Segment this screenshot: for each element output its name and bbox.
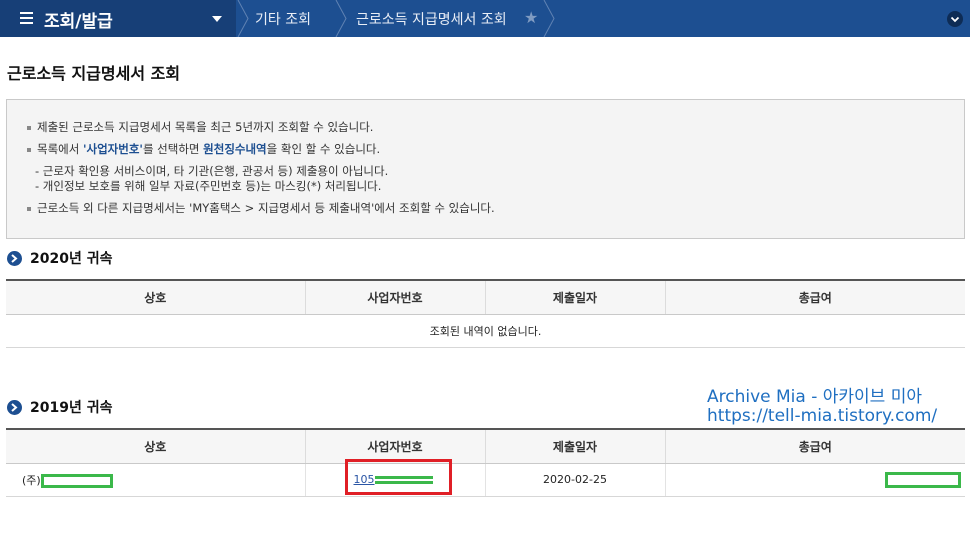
column-header-total-pay: 총급여 <box>664 428 965 464</box>
column-header-date: 제출일자 <box>484 428 665 464</box>
column-header-date: 제출일자 <box>484 279 665 315</box>
breadcrumb-separator-icon <box>542 0 556 37</box>
menu-title[interactable]: 조회/발급 <box>44 7 113 32</box>
column-header-bizno: 사업자번호 <box>304 428 485 464</box>
table-row: 조회된 내역이 없습니다. <box>6 314 965 348</box>
watermark-url: https://tell-mia.tistory.com/ <box>707 406 938 426</box>
column-header-bizno: 사업자번호 <box>304 279 485 315</box>
table-header-row: 상호 사업자번호 제출일자 총급여 <box>6 279 965 315</box>
table-row: (주) 105 2020-02-25 <box>6 463 965 497</box>
section-heading-2020: 2020년 귀속 <box>7 248 112 268</box>
notice-subline: - 개인정보 보호를 위해 일부 자료(주민번호 등)는 마스킹(*) 처리됩니… <box>35 179 382 193</box>
bullet-icon <box>27 147 31 152</box>
table-2019: 상호 사업자번호 제출일자 총급여 (주) 105 2020-02-25 <box>6 428 965 497</box>
breadcrumb-separator-icon <box>334 0 348 37</box>
page-title: 근로소득 지급명세서 조회 <box>7 64 181 83</box>
star-icon[interactable]: ★ <box>524 8 538 27</box>
breadcrumb-item-other[interactable]: 기타 조회 <box>255 9 311 29</box>
section-heading-2019: 2019년 귀속 <box>7 397 112 417</box>
column-header-company: 상호 <box>6 428 305 464</box>
redaction-mask <box>40 473 113 488</box>
breadcrumb-separator-icon <box>236 0 250 37</box>
bullet-icon <box>27 125 31 130</box>
arrow-circle-icon <box>7 250 22 266</box>
cell-total-pay <box>664 463 965 497</box>
notice-box: 제출된 근로소득 지급명세서 목록을 최근 5년까지 조회할 수 있습니다. 목… <box>6 99 965 239</box>
cell-company: (주) <box>6 463 305 497</box>
column-header-total-pay: 총급여 <box>664 279 965 315</box>
bullet-icon <box>27 206 31 211</box>
highlight-box <box>345 459 452 495</box>
notice-line: 근로소득 외 다른 지급명세서는 'MY홈택스 > 지급명세서 등 제출내역'에… <box>27 200 495 216</box>
redaction-mask <box>885 471 961 488</box>
column-header-company: 상호 <box>6 279 305 315</box>
notice-line: 목록에서 '사업자번호'를 선택하면 원천징수내역을 확인 할 수 있습니다. <box>27 141 380 157</box>
notice-highlight-withholding: 원천징수내역 <box>203 142 267 156</box>
arrow-circle-icon <box>7 399 22 415</box>
watermark-title: Archive Mia - 아카이브 미아 <box>707 387 923 407</box>
expand-icon[interactable] <box>947 11 963 27</box>
table-2020: 상호 사업자번호 제출일자 총급여 조회된 내역이 없습니다. <box>6 279 965 348</box>
cell-date: 2020-02-25 <box>484 463 665 497</box>
notice-line: 제출된 근로소득 지급명세서 목록을 최근 5년까지 조회할 수 있습니다. <box>27 119 373 135</box>
chevron-down-icon[interactable] <box>212 16 222 22</box>
notice-highlight-bizno: '사업자번호' <box>82 142 143 156</box>
company-prefix: (주) <box>22 473 41 487</box>
notice-subline: - 근로자 확인용 서비스이며, 타 기관(은행, 관공서 등) 제출용이 아닙… <box>35 164 389 178</box>
empty-message: 조회된 내역이 없습니다. <box>6 314 965 348</box>
top-nav-bar: 조회/발급 기타 조회 근로소득 지급명세서 조회 ★ <box>0 0 970 37</box>
breadcrumb-item-current[interactable]: 근로소득 지급명세서 조회 <box>356 9 507 29</box>
menu-dropdown[interactable]: 조회/발급 <box>0 0 236 37</box>
hamburger-icon[interactable] <box>20 12 33 24</box>
table-header-row: 상호 사업자번호 제출일자 총급여 <box>6 428 965 464</box>
